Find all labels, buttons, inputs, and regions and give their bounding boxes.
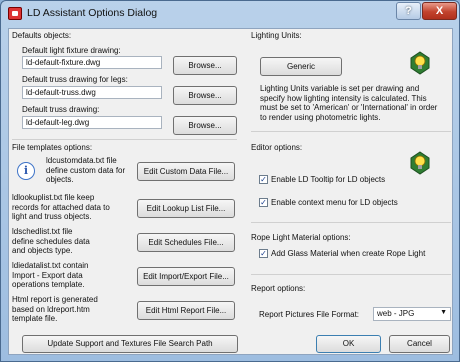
light-fixture-browse-button[interactable]: Browse... bbox=[173, 56, 237, 75]
close-button[interactable]: X bbox=[422, 2, 457, 20]
lighting-units-help-text: Lighting Units variable is set per drawi… bbox=[260, 84, 438, 122]
left-divider bbox=[12, 139, 237, 140]
report-format-select[interactable]: web - JPG ▼ bbox=[373, 307, 451, 321]
lightbulb-icon bbox=[410, 51, 430, 75]
help-button[interactable]: ? bbox=[396, 2, 421, 20]
rope-light-section-label: Rope Light Material options: bbox=[251, 233, 351, 242]
edit-lookup-list-button[interactable]: Edit Lookup List File... bbox=[137, 199, 235, 218]
edit-custom-data-button[interactable]: Edit Custom Data File... bbox=[137, 162, 235, 181]
lookup-list-description: ldlookuplist.txt file keep records for a… bbox=[12, 193, 110, 221]
lighting-units-section-label: Lighting Units: bbox=[251, 31, 302, 40]
truss-field[interactable]: ld-default-leg.dwg bbox=[22, 116, 162, 129]
file-templates-section-label: File templates options: bbox=[12, 143, 93, 152]
lightbulb-icon bbox=[410, 151, 430, 175]
edit-import-export-button[interactable]: Edit Import/Export File... bbox=[137, 267, 235, 286]
truss-legs-browse-button[interactable]: Browse... bbox=[173, 86, 237, 105]
report-format-label: Report Pictures File Format: bbox=[259, 310, 360, 319]
update-search-path-button[interactable]: Update Support and Textures File Search … bbox=[22, 335, 238, 353]
truss-label: Default truss drawing: bbox=[22, 105, 100, 114]
options-dialog-window: LD Assistant Options Dialog ? X Defaults… bbox=[0, 0, 460, 362]
light-fixture-field[interactable]: ld-default-fixture.dwg bbox=[22, 56, 162, 69]
truss-browse-button[interactable]: Browse... bbox=[173, 116, 237, 135]
tooltip-checkbox-label[interactable]: Enable LD Tooltip for LD objects bbox=[271, 175, 385, 184]
custom-data-description: ldcustomdata.txt file define custom data… bbox=[46, 156, 126, 184]
cancel-button[interactable]: Cancel bbox=[389, 335, 450, 353]
context-menu-checkbox-label[interactable]: Enable context menu for LD objects bbox=[271, 198, 398, 207]
edit-html-report-button[interactable]: Edit Html Report File... bbox=[137, 301, 235, 320]
dropdown-arrow-icon: ▼ bbox=[440, 309, 447, 316]
context-menu-checkbox[interactable]: ✓ bbox=[259, 198, 268, 207]
truss-legs-label: Default truss drawing for legs: bbox=[22, 75, 128, 84]
tooltip-checkbox[interactable]: ✓ bbox=[259, 175, 268, 184]
ok-button[interactable]: OK bbox=[316, 335, 381, 353]
light-fixture-label: Default light fixture drawing: bbox=[22, 46, 121, 55]
window-title: LD Assistant Options Dialog bbox=[27, 7, 158, 19]
truss-legs-field[interactable]: ld-default-truss.dwg bbox=[22, 86, 162, 99]
report-section-label: Report options: bbox=[251, 284, 306, 293]
title-bar[interactable]: LD Assistant Options Dialog ? X bbox=[1, 1, 459, 25]
editor-section-label: Editor options: bbox=[251, 143, 303, 152]
glass-material-checkbox-label[interactable]: Add Glass Material when create Rope Ligh… bbox=[271, 249, 425, 258]
dialog-body: Defaults objects: Default light fixture … bbox=[8, 28, 453, 355]
app-icon bbox=[8, 7, 22, 20]
checkmark-icon: ✓ bbox=[260, 198, 267, 207]
checkmark-icon: ✓ bbox=[260, 249, 267, 258]
right-divider-1 bbox=[251, 131, 451, 132]
report-format-value: web - JPG bbox=[377, 309, 415, 318]
right-divider-2 bbox=[251, 222, 451, 223]
html-report-description: Html report is generated based on ldrepo… bbox=[12, 295, 98, 323]
schedules-description: ldschedlist.txt file define schedules da… bbox=[12, 227, 90, 255]
checkmark-icon: ✓ bbox=[260, 175, 267, 184]
glass-material-checkbox[interactable]: ✓ bbox=[259, 249, 268, 258]
right-divider-3 bbox=[251, 274, 451, 275]
edit-schedules-button[interactable]: Edit Schedules File... bbox=[137, 233, 235, 252]
lighting-units-button[interactable]: Generic bbox=[260, 57, 342, 76]
import-export-description: ldiedatalist.txt contain Import - Export… bbox=[12, 261, 89, 289]
defaults-section-label: Defaults objects: bbox=[12, 31, 72, 40]
info-icon: i bbox=[17, 162, 35, 180]
